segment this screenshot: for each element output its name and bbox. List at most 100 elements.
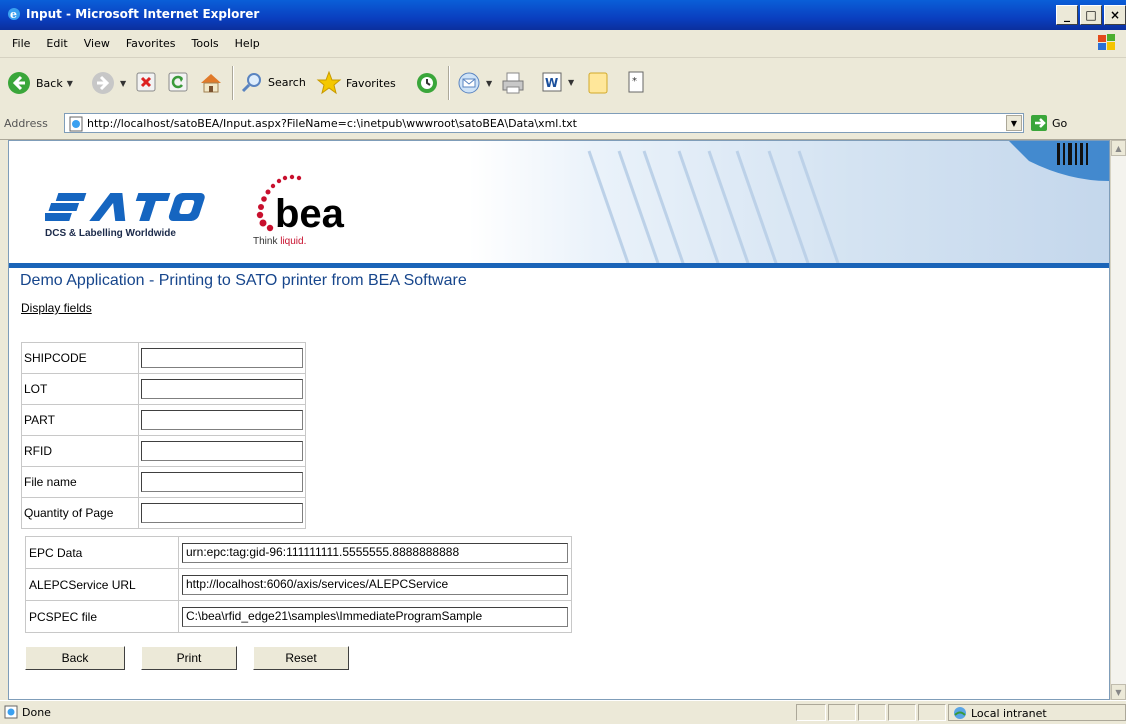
status-pane (828, 704, 856, 721)
search-label: Search (268, 75, 306, 89)
refresh-button[interactable] (166, 70, 190, 94)
reset-button[interactable]: Reset (253, 646, 349, 670)
chevron-down-icon: ▼ (568, 77, 575, 87)
address-input[interactable]: http://localhost/satoBEA/Input.aspx?File… (64, 113, 1024, 133)
chevron-down-icon: ▼ (120, 78, 127, 88)
forward-button[interactable]: ▼ (90, 70, 126, 96)
scroll-up-icon[interactable]: ▲ (1111, 140, 1126, 156)
discuss-button[interactable] (586, 70, 610, 96)
vertical-scrollbar[interactable]: ▲ ▼ (1110, 140, 1126, 700)
chevron-down-icon[interactable]: ▼ (1006, 115, 1022, 131)
stop-icon (136, 72, 156, 92)
go-arrow-icon (1031, 115, 1047, 131)
table-row: PCSPEC file C:\bea\rfid_edge21\samples\I… (25, 600, 572, 633)
bea-logo: bea Think liquid. (245, 173, 355, 247)
shipcode-input[interactable] (141, 348, 303, 368)
field-label: PCSPEC file (25, 600, 179, 633)
go-button[interactable]: Go (1030, 114, 1067, 132)
menu-view[interactable]: View (76, 37, 118, 50)
svg-text:e: e (10, 8, 17, 21)
part-input[interactable] (141, 410, 303, 430)
status-pane (888, 704, 916, 721)
back-label: Back (36, 76, 63, 90)
mail-icon (458, 72, 480, 94)
file-name-input[interactable] (141, 472, 303, 492)
banner-rule (9, 263, 1109, 268)
menu-favorites[interactable]: Favorites (118, 37, 184, 50)
input-fields-table: SHIPCODE LOT PART RFID File name Quantit… (21, 342, 306, 529)
zone-label: Local intranet (971, 707, 1047, 720)
maximize-button[interactable]: □ (1080, 5, 1102, 25)
address-label: Address (4, 117, 48, 130)
search-button[interactable]: Search (240, 70, 306, 94)
rfid-input[interactable] (141, 441, 303, 461)
table-row: File name (21, 466, 306, 498)
note-icon (588, 72, 608, 94)
bea-text: bea (275, 192, 345, 233)
menu-bar: File Edit View Favorites Tools Help (0, 30, 1126, 58)
address-url: http://localhost/satoBEA/Input.aspx?File… (87, 117, 577, 130)
intranet-globe-icon (954, 707, 966, 719)
bea-tagline: Think liquid. (253, 236, 307, 247)
chevron-down-icon: ▼ (66, 78, 73, 88)
history-button[interactable] (414, 70, 440, 96)
rfid-settings-table: EPC Data urn:epc:tag:gid-96:111111111.55… (25, 536, 572, 633)
field-label: EPC Data (25, 536, 179, 569)
field-label: Quantity of Page (21, 497, 139, 529)
quantity-of-page-input[interactable] (141, 503, 303, 523)
word-icon: W (542, 72, 562, 92)
close-button[interactable]: × (1104, 5, 1126, 25)
table-row: PART (21, 404, 306, 436)
page-icon (69, 116, 83, 132)
back-page-button[interactable]: Back (25, 646, 125, 670)
windows-logo-icon (1098, 34, 1115, 50)
stop-button[interactable] (134, 70, 158, 94)
address-bar: Address http://localhost/satoBEA/Input.a… (0, 109, 1126, 140)
menu-help[interactable]: Help (227, 37, 268, 50)
print-toolbar-button[interactable] (500, 70, 526, 96)
epc-data-input[interactable]: urn:epc:tag:gid-96:111111111.5555555.888… (182, 542, 568, 563)
lot-input[interactable] (141, 379, 303, 399)
go-label: Go (1052, 116, 1068, 130)
forward-arrow-icon (92, 72, 114, 94)
sato-tagline: DCS & Labelling Worldwide (45, 228, 176, 239)
display-fields-link[interactable]: Display fields (21, 301, 92, 315)
table-row: LOT (21, 373, 306, 405)
edit-button[interactable]: W ▼ (540, 70, 574, 94)
menu-file[interactable]: File (4, 37, 38, 50)
field-label: LOT (21, 373, 139, 405)
mail-button[interactable]: ▼ (456, 70, 492, 96)
messenger-button[interactable]: * (626, 70, 646, 96)
svg-text:*: * (632, 76, 637, 87)
standard-toolbar: Back ▼ ▼ Search Favorites ▼ W ▼ * (0, 57, 1126, 111)
field-label: SHIPCODE (21, 342, 139, 374)
field-label: File name (21, 466, 139, 498)
bea-wordmark-icon: bea (256, 174, 345, 236)
status-pane (918, 704, 946, 721)
status-bar: Done Local intranet (0, 700, 1126, 724)
chevron-down-icon: ▼ (486, 78, 493, 88)
messenger-icon: * (628, 71, 644, 93)
sato-wordmark-icon (41, 193, 205, 221)
star-icon (316, 70, 342, 95)
home-button[interactable] (198, 70, 224, 96)
status-pane (796, 704, 826, 721)
alepcservice-url-input[interactable]: http://localhost:6060/axis/services/ALEP… (182, 574, 568, 595)
print-button[interactable]: Print (141, 646, 237, 670)
favorites-label: Favorites (346, 76, 396, 90)
barcode-graphic (469, 141, 1109, 266)
printer-icon (502, 72, 524, 94)
menu-tools[interactable]: Tools (184, 37, 227, 50)
minimize-button[interactable]: _ (1056, 5, 1078, 25)
favorites-button[interactable]: Favorites (316, 70, 396, 96)
security-zone: Local intranet (948, 704, 1126, 721)
table-row: Quantity of Page (21, 497, 306, 529)
title-bar: e Input - Microsoft Internet Explorer _ … (0, 0, 1126, 30)
scroll-down-icon[interactable]: ▼ (1111, 684, 1126, 700)
search-icon (241, 73, 261, 93)
page-done-icon (4, 705, 18, 719)
back-button[interactable]: Back ▼ (6, 70, 73, 96)
menu-edit[interactable]: Edit (38, 37, 75, 50)
field-label: PART (21, 404, 139, 436)
pcspec-file-input[interactable]: C:\bea\rfid_edge21\samples\ImmediateProg… (182, 606, 568, 627)
